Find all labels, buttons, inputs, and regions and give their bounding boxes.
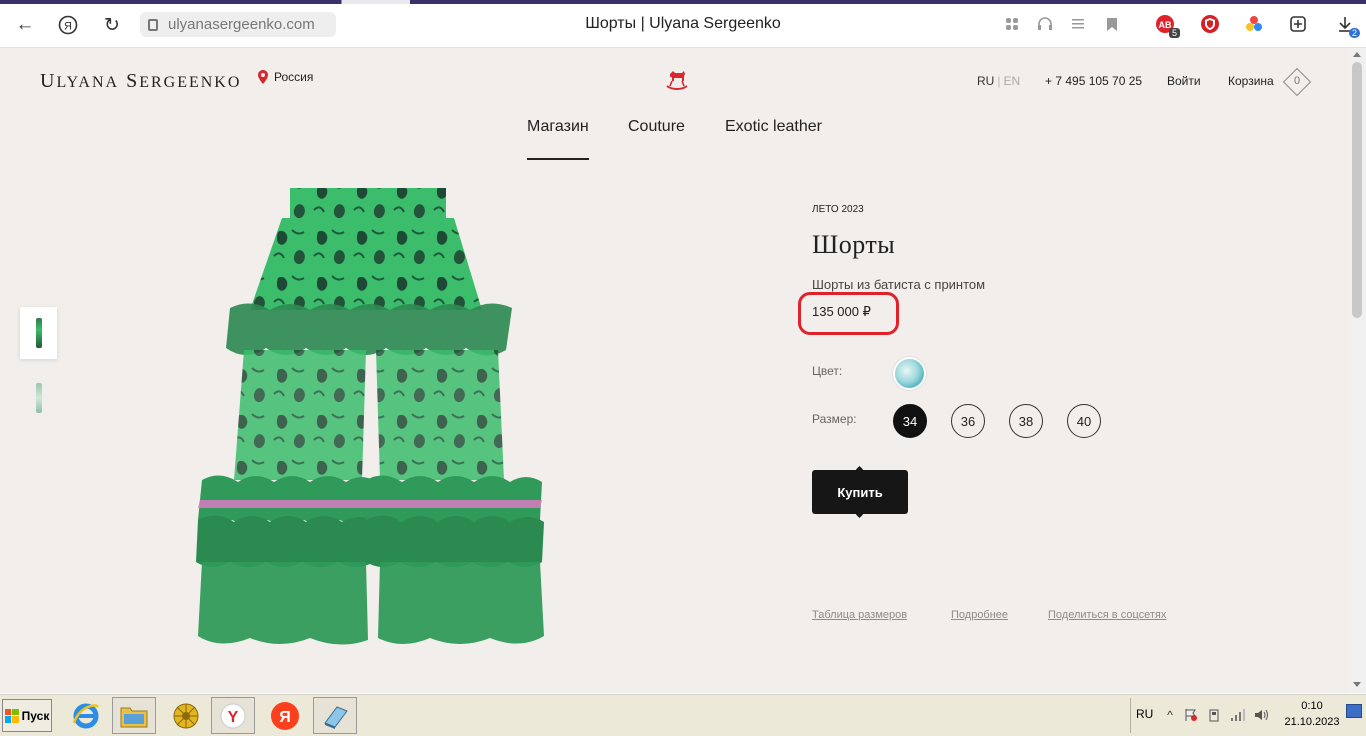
reader-mode-icon[interactable]	[1067, 12, 1089, 36]
product-thumbnail-2[interactable]	[20, 372, 57, 424]
bookmark-icon[interactable]	[1101, 12, 1123, 36]
start-label: Пуск	[21, 708, 50, 723]
scroll-up-arrow-icon[interactable]	[1353, 52, 1361, 57]
nav-item-couture[interactable]: Couture	[628, 118, 685, 136]
back-arrow-icon[interactable]: ←	[12, 12, 38, 38]
extension-box-icon[interactable]	[1287, 12, 1309, 36]
notepad-icon[interactable]	[313, 697, 357, 734]
phone-number[interactable]: + 7 495 105 70 25	[1045, 74, 1142, 88]
login-link[interactable]: Войти	[1167, 74, 1201, 88]
logo-word-1: LYANA	[56, 74, 120, 91]
extension-abp-icon[interactable]: AB 5	[1154, 12, 1180, 38]
lang-ru[interactable]: RU	[977, 74, 994, 88]
details-link[interactable]: Подробнее	[951, 609, 1008, 621]
nav-active-indicator	[527, 158, 589, 160]
yandex-app-icon[interactable]: Я	[263, 697, 307, 734]
product-thumbnail-1[interactable]	[20, 307, 57, 359]
network-signal-icon[interactable]	[1230, 707, 1246, 723]
product-image[interactable]	[190, 180, 550, 650]
os-taskbar: Пуск Y Я RU ^ 0:10 21.10.2023	[0, 693, 1366, 736]
region-label: Россия	[274, 70, 314, 84]
size-option-38[interactable]: 38	[1009, 404, 1043, 438]
site-logo[interactable]: ULYANA SERGEENKO	[40, 70, 241, 93]
color-label: Цвет:	[812, 364, 843, 378]
media-app-icon[interactable]	[164, 697, 208, 734]
nav-item-exotic-leather[interactable]: Exotic leather	[725, 118, 822, 136]
windows-logo-icon	[4, 708, 19, 723]
start-button[interactable]: Пуск	[2, 699, 52, 732]
internet-explorer-icon[interactable]	[64, 697, 108, 734]
volume-icon[interactable]	[1254, 707, 1270, 723]
url-text: ulyanasergeenko.com	[168, 16, 315, 33]
tray-separator	[1130, 698, 1131, 733]
logo-word-2: ERGEENKO	[139, 74, 242, 91]
downloads-badge: 2	[1348, 28, 1360, 38]
tabs-grid-icon[interactable]	[1001, 12, 1023, 36]
product-season: ЛЕТО 2023	[812, 204, 864, 215]
lang-en[interactable]: EN	[1003, 74, 1020, 88]
cart-count: 0	[1293, 75, 1301, 87]
svg-text:Y: Y	[228, 709, 239, 726]
nav-item-shop[interactable]: Магазин	[527, 118, 589, 136]
clock-time[interactable]: 0:10	[1292, 700, 1332, 712]
browser-toolbar: ← Я ↻ ulyanasergeenko.com Шорты | Ulyana…	[0, 0, 1366, 48]
buy-button[interactable]: Купить	[812, 470, 908, 514]
share-link[interactable]: Поделиться в соцсетях	[1048, 609, 1166, 621]
product-title: Шорты	[812, 230, 896, 259]
reload-icon[interactable]: ↻	[99, 12, 125, 38]
extension-dots-icon[interactable]	[1243, 12, 1265, 36]
product-description: Шорты из батиста с принтом	[812, 277, 986, 292]
downloads-icon[interactable]: 2	[1334, 12, 1360, 38]
size-chart-link[interactable]: Таблица размеров	[812, 609, 907, 621]
lang-separator: |	[997, 74, 1001, 88]
tray-expand-icon[interactable]: ^	[1162, 707, 1178, 723]
svg-text:Я: Я	[64, 21, 72, 33]
language-switch: RU | EN	[977, 74, 1020, 88]
size-option-36[interactable]: 36	[951, 404, 985, 438]
thumbnail-image	[35, 318, 42, 348]
color-swatch[interactable]	[893, 357, 926, 390]
show-desktop-icon[interactable]	[1346, 704, 1362, 718]
svg-text:Я: Я	[279, 709, 291, 726]
size-option-34[interactable]: 34	[893, 404, 927, 438]
size-label: Размер:	[812, 412, 857, 426]
region-selector[interactable]: Россия	[258, 70, 313, 84]
lock-icon	[148, 18, 158, 31]
yandex-browser-icon[interactable]: Y	[211, 697, 255, 734]
file-explorer-icon[interactable]	[112, 697, 156, 734]
scroll-down-arrow-icon[interactable]	[1353, 682, 1361, 687]
size-option-40[interactable]: 40	[1067, 404, 1101, 438]
clock-date[interactable]: 21.10.2023	[1280, 716, 1344, 728]
tray-device-icon[interactable]	[1206, 707, 1222, 723]
rocking-horse-icon[interactable]	[664, 68, 690, 92]
location-pin-icon	[258, 70, 268, 84]
extension-badge: 5	[1168, 28, 1180, 38]
price-highlight-annotation	[798, 292, 899, 335]
headphones-icon[interactable]	[1034, 12, 1056, 36]
main-navigation: Магазин Couture Exotic leather	[0, 118, 1366, 162]
address-bar[interactable]: ulyanasergeenko.com	[140, 12, 336, 37]
logo-initial-2: S	[126, 70, 140, 92]
tray-flag-icon[interactable]	[1183, 707, 1199, 723]
extension-shield-icon[interactable]	[1199, 12, 1221, 36]
thumbnail-image	[35, 383, 42, 413]
yandex-home-icon[interactable]: Я	[55, 12, 81, 38]
cart-count-badge[interactable]: 0	[1282, 67, 1312, 97]
logo-initial-1: U	[40, 70, 57, 92]
keyboard-language[interactable]: RU	[1136, 707, 1153, 721]
cart-link[interactable]: Корзина	[1228, 74, 1274, 88]
scrollbar-thumb[interactable]	[1352, 62, 1362, 318]
